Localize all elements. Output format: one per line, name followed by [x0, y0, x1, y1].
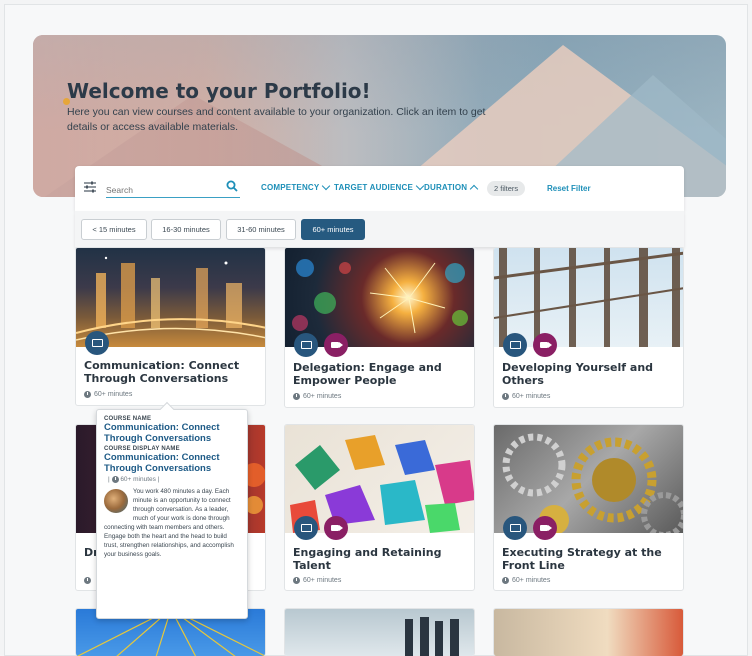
- chevron-up-icon: [469, 184, 479, 194]
- duration-chip-under-15[interactable]: < 15 minutes: [81, 219, 147, 240]
- competency-filter[interactable]: COMPETENCY: [261, 181, 331, 192]
- duration-chip-31-60[interactable]: 31-60 minutes: [226, 219, 296, 240]
- duration-text: 60+ minutes: [303, 577, 342, 584]
- search-icon[interactable]: [226, 180, 238, 192]
- tooltip-description: You work 480 minutes a day. Each minute …: [104, 487, 240, 559]
- course-title: Delegation: Engage and Empower People: [293, 361, 442, 387]
- video-type-badge: [533, 516, 557, 540]
- course-duration: 60+ minutes: [502, 393, 550, 400]
- course-card[interactable]: Delegation: Engage and Empower People 60…: [284, 247, 475, 408]
- course-type-badge: [503, 333, 527, 357]
- clock-icon: [84, 391, 91, 398]
- duration-text: 60+ minutes: [94, 391, 133, 398]
- course-type-badge: [294, 516, 318, 540]
- target-audience-filter[interactable]: TARGET AUDIENCE: [334, 181, 425, 192]
- course-title: Communication: Connect Through Conversat…: [84, 359, 240, 385]
- search-input[interactable]: [106, 185, 216, 195]
- filter-sliders-icon[interactable]: [83, 180, 97, 194]
- clock-icon: [502, 577, 509, 584]
- duration-options-bar: < 15 minutes 16-30 minutes 31-60 minutes…: [75, 211, 684, 247]
- monitor-icon: [300, 341, 312, 349]
- tooltip-duration-text: 60+ minutes: [120, 476, 156, 484]
- course-card[interactable]: [493, 608, 684, 656]
- duration-chip-60-plus[interactable]: 60+ minutes: [301, 219, 365, 240]
- monitor-icon: [300, 524, 312, 532]
- course-display-name-value: Communication: Connect Through Conversat…: [104, 452, 220, 474]
- course-duration: 60+ minutes: [293, 577, 341, 584]
- course-title: Executing Strategy at the Front Line: [502, 546, 662, 572]
- course-type-badge: [294, 333, 318, 357]
- course-thumbnail: [285, 248, 474, 347]
- video-type-badge: [533, 333, 557, 357]
- competency-label: COMPETENCY: [261, 183, 320, 192]
- course-thumbnail: [494, 425, 683, 533]
- course-duration: 60+ minutes: [84, 391, 132, 398]
- course-thumbnail: [76, 248, 265, 347]
- course-duration: [84, 577, 91, 584]
- clock-icon: [111, 476, 119, 483]
- course-duration: 60+ minutes: [293, 393, 341, 400]
- course-card[interactable]: Communication: Connect Through Conversat…: [75, 247, 266, 406]
- filter-count-badge: 2 filters: [487, 181, 526, 196]
- course-title: Developing Yourself and Others: [502, 361, 654, 387]
- reset-filter-link[interactable]: Reset Filter: [547, 184, 591, 193]
- page-title: Welcome to your Portfolio!: [67, 79, 371, 103]
- tooltip-duration: | 60+ minutes |: [108, 476, 160, 484]
- monitor-icon: [509, 524, 521, 532]
- video-camera-icon: [330, 525, 343, 531]
- clock-icon: [502, 393, 509, 400]
- course-duration: 60+ minutes: [502, 577, 550, 584]
- clock-icon: [84, 577, 91, 584]
- duration-text: 60+ minutes: [303, 393, 342, 400]
- course-type-badge: [503, 516, 527, 540]
- course-tooltip: COURSE NAME Communication: Connect Throu…: [96, 401, 248, 619]
- monitor-icon: [509, 341, 521, 349]
- filter-bar: COMPETENCY TARGET AUDIENCE DURATION 2 fi…: [75, 166, 684, 211]
- course-card[interactable]: Engaging and Retaining Talent 60+ minute…: [284, 424, 475, 591]
- course-thumbnail: [494, 248, 683, 347]
- course-thumbnail: [285, 425, 474, 533]
- duration-text: 60+ minutes: [512, 393, 551, 400]
- course-name-value: Communication: Connect Through Conversat…: [104, 422, 220, 444]
- course-title: Engaging and Retaining Talent: [293, 546, 442, 572]
- course-type-badge: [85, 331, 109, 355]
- video-camera-icon: [330, 342, 343, 348]
- chevron-down-icon: [415, 181, 425, 191]
- clock-icon: [293, 577, 300, 584]
- chevron-down-icon: [322, 181, 331, 191]
- video-type-badge: [324, 516, 348, 540]
- course-card[interactable]: Developing Yourself and Others 60+ minut…: [493, 247, 684, 408]
- video-camera-icon: [539, 342, 552, 348]
- search-field[interactable]: [106, 180, 240, 198]
- video-camera-icon: [539, 525, 552, 531]
- monitor-icon: [91, 339, 103, 347]
- video-type-badge: [324, 333, 348, 357]
- clock-icon: [293, 393, 300, 400]
- course-card[interactable]: [284, 608, 475, 656]
- duration-filter[interactable]: DURATION: [424, 183, 479, 194]
- page-description: Here you can view courses and content av…: [67, 106, 486, 133]
- course-thumbnail: [285, 609, 474, 656]
- duration-chip-16-30[interactable]: 16-30 minutes: [151, 219, 221, 240]
- course-avatar: [104, 489, 128, 514]
- target-audience-label: TARGET AUDIENCE: [334, 183, 413, 192]
- course-card[interactable]: Executing Strategy at the Front Line 60+…: [493, 424, 684, 591]
- course-thumbnail: [494, 609, 683, 656]
- duration-label: DURATION: [424, 183, 468, 192]
- duration-text: 60+ minutes: [512, 577, 551, 584]
